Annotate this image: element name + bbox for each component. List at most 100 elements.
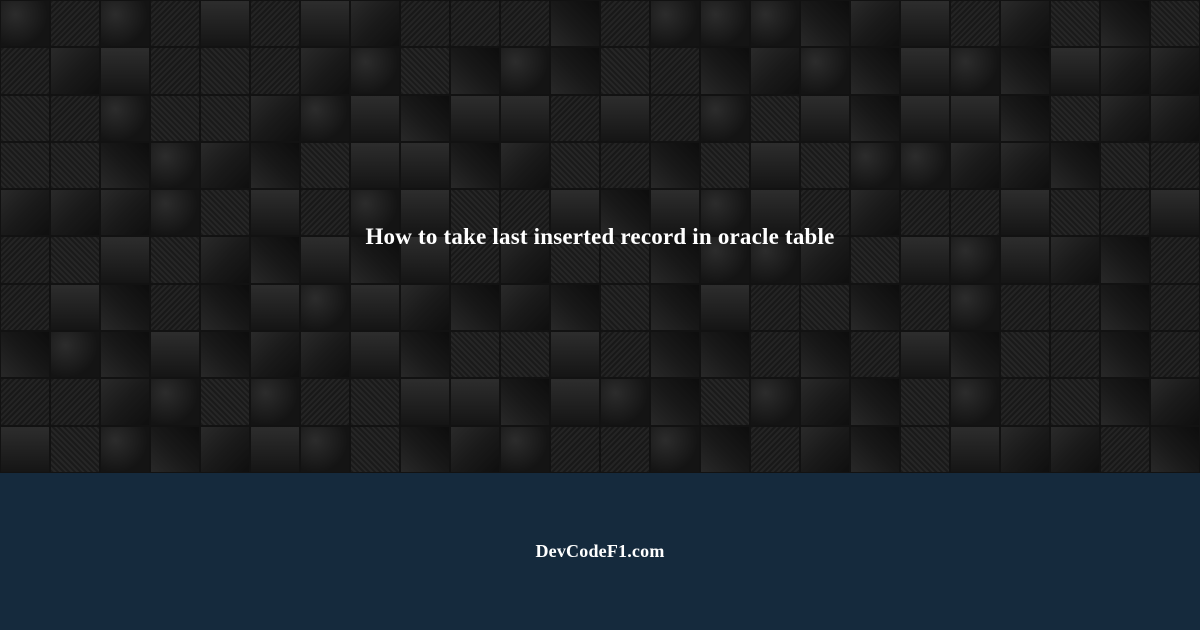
social-preview-card: How to take last inserted record in orac… [0, 0, 1200, 630]
bg-tile [1150, 47, 1200, 94]
bg-tile [750, 331, 800, 378]
bg-tile [250, 0, 300, 47]
bg-tile [250, 236, 300, 283]
bg-tile [900, 0, 950, 47]
bg-tile [500, 47, 550, 94]
bg-tile [100, 331, 150, 378]
bg-tile [600, 95, 650, 142]
bg-tile [500, 95, 550, 142]
bg-tile [950, 95, 1000, 142]
bg-tile [900, 331, 950, 378]
bg-tile [1150, 378, 1200, 425]
bg-tile [500, 142, 550, 189]
bg-tile [50, 378, 100, 425]
bg-tile [200, 142, 250, 189]
bg-tile [150, 189, 200, 236]
bg-tile [150, 331, 200, 378]
bg-tile [700, 378, 750, 425]
bg-tile [1050, 331, 1100, 378]
bg-tile [0, 426, 50, 473]
bg-tile [500, 378, 550, 425]
bg-tile [150, 142, 200, 189]
bg-tile [850, 378, 900, 425]
bg-tile [150, 0, 200, 47]
bg-tile [550, 47, 600, 94]
bg-tile [450, 47, 500, 94]
bg-tile [850, 95, 900, 142]
bg-tile [100, 0, 150, 47]
bg-tile [400, 0, 450, 47]
bg-tile [700, 47, 750, 94]
bg-tile [700, 95, 750, 142]
bg-tile [800, 378, 850, 425]
bg-tile [900, 236, 950, 283]
bg-tile [850, 331, 900, 378]
bg-tile [1050, 426, 1100, 473]
bg-tile [200, 378, 250, 425]
bg-tile [250, 142, 300, 189]
bg-tile [900, 95, 950, 142]
bg-tile [550, 378, 600, 425]
bg-tile [100, 284, 150, 331]
bg-tile [1150, 0, 1200, 47]
bg-tile [200, 426, 250, 473]
bg-tile [250, 284, 300, 331]
bg-tile [750, 142, 800, 189]
bg-tile [600, 47, 650, 94]
bg-tile [1100, 47, 1150, 94]
bg-tile [550, 426, 600, 473]
bg-tile [350, 426, 400, 473]
bg-tile [0, 331, 50, 378]
bg-tile [300, 142, 350, 189]
bg-tile [1050, 95, 1100, 142]
bg-tile [250, 331, 300, 378]
bg-tile [200, 0, 250, 47]
bg-tile [550, 95, 600, 142]
bg-tile [1100, 331, 1150, 378]
bg-tile [550, 331, 600, 378]
bg-tile [1150, 331, 1200, 378]
bg-tile [1000, 0, 1050, 47]
bg-tile [0, 378, 50, 425]
bg-tile [800, 426, 850, 473]
bg-tile [450, 0, 500, 47]
bg-tile [50, 47, 100, 94]
bg-tile [950, 236, 1000, 283]
bg-tile [1100, 378, 1150, 425]
bg-tile [50, 284, 100, 331]
bg-tile [600, 426, 650, 473]
bg-tile [1050, 0, 1100, 47]
title-wrapper: How to take last inserted record in orac… [325, 224, 874, 250]
bg-tile [650, 284, 700, 331]
bg-tile [850, 426, 900, 473]
bg-tile [250, 95, 300, 142]
bg-tile [350, 47, 400, 94]
bg-tile [50, 189, 100, 236]
bg-tile [350, 95, 400, 142]
bg-tile [500, 0, 550, 47]
bg-tile [1100, 189, 1150, 236]
bg-tile [850, 0, 900, 47]
bg-tile [100, 142, 150, 189]
hero-section: How to take last inserted record in orac… [0, 0, 1200, 473]
bg-tile [650, 331, 700, 378]
bg-tile [750, 0, 800, 47]
bg-tile [150, 236, 200, 283]
bg-tile [300, 0, 350, 47]
bg-tile [650, 47, 700, 94]
bg-tile [1050, 236, 1100, 283]
bg-tile [250, 189, 300, 236]
bg-tile [950, 189, 1000, 236]
bg-tile [300, 378, 350, 425]
bg-tile [900, 284, 950, 331]
bg-tile [550, 284, 600, 331]
bg-tile [850, 284, 900, 331]
bg-tile [300, 47, 350, 94]
bg-tile [50, 0, 100, 47]
bg-tile [100, 189, 150, 236]
bg-tile [1100, 426, 1150, 473]
bg-tile [1000, 189, 1050, 236]
bg-tile [1050, 378, 1100, 425]
bg-tile [450, 378, 500, 425]
bg-tile [750, 95, 800, 142]
